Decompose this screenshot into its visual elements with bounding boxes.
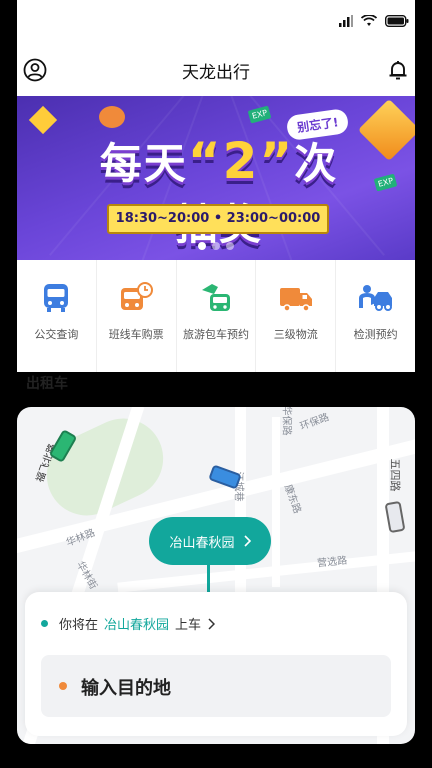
pickup-info[interactable]: 你将在 冶山春秋园 上车 bbox=[59, 614, 216, 633]
carousel-dot[interactable] bbox=[212, 242, 220, 250]
origin-dot bbox=[41, 620, 48, 627]
quick-item-logistics[interactable]: 三级物流 bbox=[256, 260, 337, 372]
road-label: 营选路 bbox=[316, 555, 348, 570]
signal-icon bbox=[339, 15, 353, 27]
carousel-dot[interactable] bbox=[198, 242, 206, 250]
destination-dot bbox=[59, 682, 67, 690]
car-inspection-icon bbox=[358, 285, 392, 311]
pin-stem bbox=[207, 565, 210, 595]
booking-sheet: 你将在 冶山春秋园 上车 输入目的地 bbox=[25, 592, 407, 736]
pickup-prefix: 你将在 bbox=[59, 618, 99, 633]
pickup-place: 冶山春秋园 bbox=[104, 618, 170, 633]
truck-icon bbox=[279, 288, 312, 312]
map-road bbox=[272, 417, 280, 587]
pickup-location-pin[interactable]: 冶山春秋园 bbox=[149, 517, 271, 565]
scheduled-bus-icon bbox=[121, 282, 154, 310]
road-label: 华保路 bbox=[280, 407, 292, 436]
quick-item-label: 公交查询 bbox=[34, 328, 79, 341]
quick-item-tour-bus[interactable]: 旅游包车预约 bbox=[177, 260, 257, 372]
road-label: 环保路 bbox=[298, 412, 331, 433]
quick-menu: 公交查询 班线车购票 旅游包车预约 三级物流 检测预约 bbox=[17, 260, 415, 372]
notifications-button[interactable] bbox=[385, 57, 411, 83]
quick-item-label: 班线车购票 bbox=[108, 328, 164, 341]
road-label: 五四路 bbox=[388, 458, 402, 492]
app-screen: 天龙出行 EXP EXP 别忘了! 每天“2”次抽奖 18:30~20:00 •… bbox=[17, 0, 415, 768]
quick-item-label: 旅游包车预约 bbox=[182, 328, 249, 341]
bus-icon bbox=[44, 284, 69, 312]
page-title: 天龙出行 bbox=[182, 63, 250, 83]
destination-input[interactable]: 输入目的地 bbox=[41, 655, 391, 717]
quick-item-scheduled-bus[interactable]: 班线车购票 bbox=[97, 260, 177, 372]
promo-banner[interactable]: EXP EXP 别忘了! 每天“2”次抽奖 18:30~20:00 • 23:0… bbox=[17, 96, 415, 260]
battery-icon bbox=[385, 15, 409, 27]
quick-item-label: 检测预约 bbox=[353, 328, 398, 341]
chevron-right-icon bbox=[243, 535, 251, 547]
exp-chip: EXP bbox=[247, 105, 272, 124]
carousel-dot[interactable] bbox=[226, 242, 234, 250]
status-bar bbox=[17, 0, 415, 44]
gem-decoration bbox=[357, 98, 415, 162]
app-header: 天龙出行 bbox=[17, 44, 415, 96]
pin-label: 冶山春秋园 bbox=[169, 535, 235, 551]
quick-item-inspection[interactable]: 检测预约 bbox=[336, 260, 415, 372]
chevron-right-icon bbox=[208, 617, 216, 630]
map-view[interactable]: 华保路 环保路 五四路 康东路 华林路 华林街 营选路 福飞北路 江城巷 冶山春… bbox=[17, 407, 415, 744]
exp-chip: EXP bbox=[373, 173, 398, 192]
gem-decoration bbox=[28, 105, 58, 135]
wifi-icon bbox=[361, 15, 377, 26]
quick-item-bus-query[interactable]: 公交查询 bbox=[17, 260, 97, 372]
banner-time: 18:30~20:00 • 23:00~00:00 bbox=[107, 204, 329, 234]
section-title-taxi: 出租车 bbox=[26, 376, 68, 392]
tour-bus-icon bbox=[201, 284, 230, 311]
carousel-indicator bbox=[17, 242, 415, 250]
road-label: 康东路 bbox=[281, 483, 303, 516]
pickup-suffix: 上车 bbox=[175, 618, 202, 633]
destination-placeholder: 输入目的地 bbox=[81, 678, 171, 699]
bell-icon bbox=[389, 61, 407, 80]
gift-decoration bbox=[99, 106, 125, 128]
quick-item-label: 三级物流 bbox=[273, 328, 318, 341]
